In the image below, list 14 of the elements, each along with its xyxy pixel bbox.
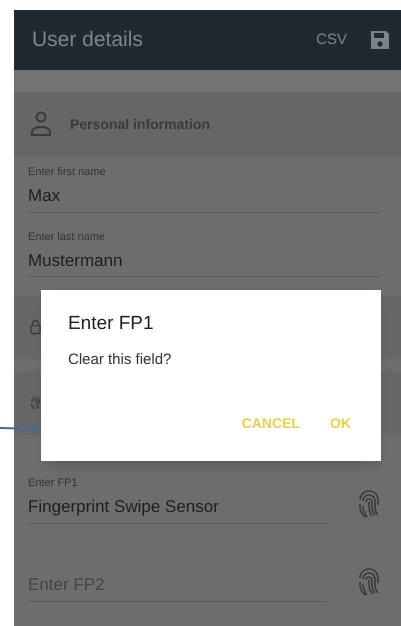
field-label: Enter last name	[28, 230, 106, 244]
input-field[interactable]: Mustermann	[28, 245, 381, 277]
csv-button[interactable]: CSV	[316, 28, 347, 52]
input-field[interactable]: Max	[28, 180, 381, 212]
person-icon	[30, 111, 52, 137]
app-title: User details	[32, 27, 144, 54]
field-label: Enter first name	[28, 165, 107, 180]
fingerprint-icon[interactable]	[357, 566, 381, 596]
fingerprint-icon[interactable]	[357, 488, 381, 518]
dialog-message: Clear this field?	[68, 350, 172, 370]
input-field[interactable]: Fingerprint Swipe Sensor	[28, 492, 327, 524]
field-label: Enter FP1	[28, 476, 79, 491]
save-icon[interactable]	[369, 29, 391, 51]
dialog-title: Enter FP1	[68, 312, 155, 336]
